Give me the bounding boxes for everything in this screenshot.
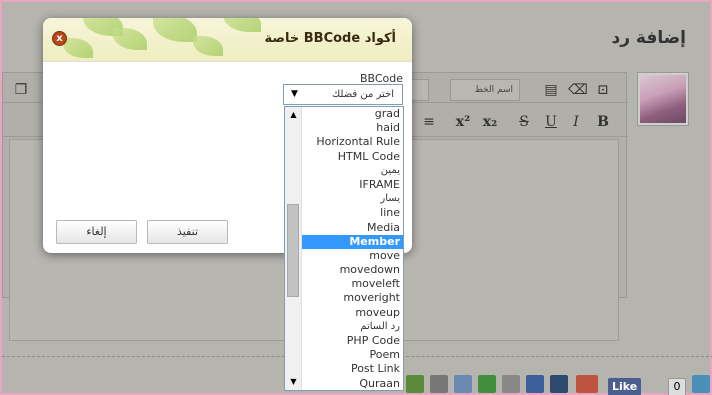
dropdown-option[interactable]: يسار [302, 192, 403, 206]
dropdown-option[interactable]: رد الساتم [302, 320, 403, 334]
dropdown-option[interactable]: Quraan [302, 377, 403, 390]
stumbleupon-icon[interactable] [478, 375, 496, 393]
dropdown-scrollbar[interactable]: ▲ ▼ [285, 107, 302, 390]
scroll-up-arrow-icon[interactable]: ▲ [285, 107, 302, 123]
chevron-down-icon: ▼ [291, 89, 298, 99]
bookmark-icon[interactable] [502, 375, 520, 393]
dropdown-option[interactable]: IFRAME [302, 178, 403, 192]
email-icon[interactable] [454, 375, 472, 393]
like-count: 0 [668, 378, 686, 395]
dropdown-option[interactable]: Poem [302, 348, 403, 362]
subscript-icon[interactable]: x₂ [481, 113, 499, 131]
eraser-icon[interactable]: ⌫ [568, 81, 588, 99]
code-icon[interactable]: ⊡ [594, 81, 612, 99]
dropdown-option[interactable]: PHP Code [302, 334, 403, 348]
dropdown-option[interactable]: Horizontal Rule [302, 135, 403, 149]
scroll-thumb[interactable] [287, 204, 299, 297]
bbcode-select[interactable]: اختر من فضلك ▼ [283, 84, 403, 105]
scroll-down-arrow-icon[interactable]: ▼ [285, 374, 302, 390]
dropdown-option[interactable]: moveright [302, 291, 403, 305]
download-icon[interactable] [406, 375, 424, 393]
dropdown-option[interactable]: يمين [302, 164, 403, 178]
dropdown-options: grad haid Horizontal Rule HTML Code يمين IFRA… [302, 107, 403, 390]
list-icon[interactable]: ≡ [420, 113, 438, 131]
select-value: اختر من فضلك [331, 89, 394, 100]
avatar [637, 72, 689, 126]
close-button[interactable]: x [52, 31, 67, 46]
page-title: إضافة رد [611, 28, 686, 48]
copy-icon[interactable]: ❐ [12, 81, 30, 99]
dropdown-option[interactable]: Media [302, 221, 403, 235]
dropdown-option[interactable]: moveup [302, 306, 403, 320]
google-plus-icon[interactable] [576, 375, 598, 393]
facebook-like-button[interactable]: Like [608, 378, 642, 395]
underline-icon[interactable]: U [542, 113, 560, 131]
strikethrough-icon[interactable]: S [515, 113, 533, 131]
dropdown-option[interactable]: movedown [302, 263, 403, 277]
dropdown-option[interactable]: Post Link [302, 362, 403, 376]
bbcode-dropdown-list[interactable]: ▲ ▼ grad haid Horizontal Rule HTML Code يمين… [284, 106, 404, 391]
cancel-button[interactable]: إلغاء [56, 220, 137, 244]
twitter-icon[interactable] [692, 375, 710, 393]
superscript-icon[interactable]: x² [454, 113, 472, 131]
execute-button[interactable]: تنفيذ [147, 220, 228, 244]
digg-icon[interactable] [550, 375, 568, 393]
dropdown-option[interactable]: HTML Code [302, 150, 403, 164]
font-select[interactable]: اسم الخط [450, 79, 520, 101]
dropdown-option[interactable]: Member [302, 234, 403, 249]
table-icon[interactable]: ▤ [542, 81, 560, 99]
dropdown-option[interactable]: moveleft [302, 277, 403, 291]
dialog-header: x أكواد BBCode خاصة [43, 18, 412, 62]
dropdown-option[interactable]: grad [302, 107, 403, 121]
italic-icon[interactable]: I [567, 113, 585, 131]
dialog-title: أكواد BBCode خاصة [264, 31, 396, 46]
delicious-icon[interactable] [526, 375, 544, 393]
bold-icon[interactable]: B [594, 113, 612, 131]
dropdown-option[interactable]: move [302, 249, 403, 263]
dropdown-option[interactable]: haid [302, 121, 403, 135]
print-icon[interactable] [430, 375, 448, 393]
dropdown-option[interactable]: line [302, 206, 403, 220]
